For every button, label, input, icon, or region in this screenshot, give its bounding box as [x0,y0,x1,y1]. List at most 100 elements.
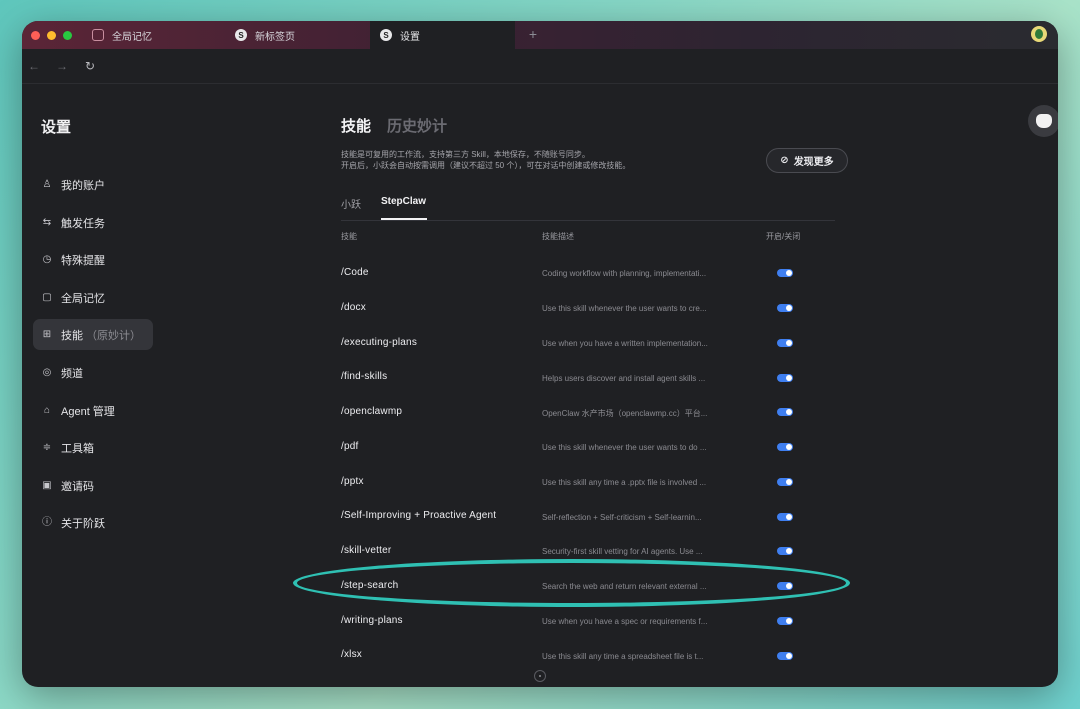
stepfun-logo-icon: S [380,29,392,41]
trigger-task-icon: ⇆ [42,216,52,228]
skill-toggle[interactable] [777,513,793,521]
close-window-button[interactable] [31,31,40,40]
discover-more-label: 发现更多 [793,157,834,168]
sidebar-item-label: 我的账户 [61,179,105,192]
agent-manage-icon: ⌂ [43,404,51,416]
tab-settings[interactable]: S 设置 [370,21,515,49]
column-header-skill: 技能 [341,232,357,241]
skill-toggle[interactable] [777,339,793,347]
skill-description: Use this skill whenever the user wants t… [542,304,707,313]
new-tab-button[interactable]: + [525,26,541,42]
skill-description: Use this skill any time a .pptx file is … [542,478,707,487]
navigation-bar: ← → ↻ [22,49,1058,84]
skill-name: /Code [341,267,369,278]
tab-new-tab[interactable]: S 新标签页 [225,21,370,49]
memory-icon [92,29,104,41]
sidebar-title: 设置 [41,119,72,136]
forward-arrow-icon[interactable]: → [55,59,69,73]
skill-name: /executing-plans [341,337,418,348]
sidebar-item-agent-management[interactable]: ⌂ Agent 管理 [33,395,153,426]
description-line: 开启后，小跃会自动按需调用（建议不超过 50 个），可在对话中创建或修改技能。 [341,161,631,170]
sidebar-item-trigger-tasks[interactable]: ⇆ 触发任务 [33,207,153,238]
skill-toggle[interactable] [777,547,793,555]
skill-toggle[interactable] [777,617,793,625]
skill-description: Use this skill whenever the user wants t… [542,443,707,452]
skill-description: Use when you have a written implementati… [542,339,708,348]
reload-icon[interactable]: ↻ [83,59,97,73]
info-icon: ⓘ [42,516,52,528]
toolbox-icon: ≑ [42,441,52,453]
skill-description: Use this skill any time a spreadsheet fi… [542,652,704,661]
sidebar-item-special-reminders[interactable]: ◷ 特殊提醒 [33,244,153,275]
highlight-annotation-ring [293,559,850,607]
skill-name: /writing-plans [341,615,403,626]
invite-code-icon: ▣ [42,479,52,491]
tab-label: 新标签页 [255,31,295,43]
sidebar-item-label: 关于阶跃 [61,517,105,530]
skill-name: /Self-Improving + Proactive Agent [341,510,497,521]
sidebar-item-label: 全局记忆 [61,292,105,305]
subtab-xiaoyue[interactable]: 小跃 [341,196,361,211]
sidebar-item-about[interactable]: ⓘ 关于阶跃 [33,507,153,538]
channel-icon: ◎ [42,366,52,378]
tab-label: 设置 [400,31,420,43]
user-icon: ♙ [42,178,52,190]
sidebar-item-label: Agent 管理 [61,405,115,418]
sidebar-item-label: 工具箱 [61,442,94,455]
panda-icon [1036,114,1052,128]
skill-description: Coding workflow with planning, implement… [542,269,707,278]
skill-description: Use when you have a spec or requirements… [542,617,708,626]
alarm-clock-icon: ◷ [42,253,52,265]
tab-history-tips[interactable]: 历史妙计 [387,115,447,136]
column-header-toggle: 开启/关闭 [766,232,801,241]
skill-name: /xlsx [341,649,362,660]
skills-grid-icon: ⊞ [42,328,52,340]
skill-toggle[interactable] [777,374,793,382]
minimize-window-button[interactable] [47,31,56,40]
browser-window: 全局记忆 S 新标签页 S 设置 + ← → ↻ 设置 ♙ 我的账户 ⇆ 触发任… [22,21,1058,687]
skill-toggle[interactable] [777,408,793,416]
skill-toggle[interactable] [777,652,793,660]
assistant-avatar[interactable] [1028,105,1058,137]
subtab-divider [341,220,835,221]
skill-name: /skill-vetter [341,545,392,556]
tab-bar: 全局记忆 S 新标签页 S 设置 + [22,21,1058,49]
sidebar-item-global-memory[interactable]: ▢ 全局记忆 [33,282,153,313]
sidebar-item-skills[interactable]: ⊞ 技能 （原妙计） [33,319,153,350]
skill-name: /pdf [341,441,359,452]
maximize-window-button[interactable] [63,31,72,40]
discover-more-button[interactable]: ⊘ 发现更多 [766,148,848,173]
sidebar-item-sublabel: （原妙计） [86,329,141,342]
sidebar-item-invite-code[interactable]: ▣ 邀请码 [33,470,153,501]
skill-name: /docx [341,302,366,313]
skill-toggle[interactable] [777,478,793,486]
back-arrow-icon[interactable]: ← [27,59,41,73]
sidebar-item-label: 邀请码 [61,480,94,493]
profile-avatar[interactable] [1031,26,1047,42]
skills-description: 技能是可复用的工作流，支持第三方 Skill，本地保存，不随账号同步。 开启后，… [341,149,630,171]
skill-toggle[interactable] [777,443,793,451]
skill-description: Security-first skill vetting for AI agen… [542,547,703,556]
memory-icon: ▢ [42,291,52,303]
stepfun-logo-icon: S [235,29,247,41]
skill-toggle[interactable] [777,304,793,312]
tab-skills[interactable]: 技能 [341,115,371,136]
skill-description: Helps users discover and install agent s… [542,374,706,383]
tab-global-memory[interactable]: 全局记忆 [82,21,225,49]
sidebar-item-account[interactable]: ♙ 我的账户 [33,169,153,200]
sidebar-item-toolbox[interactable]: ≑ 工具箱 [33,432,153,463]
sidebar-item-channels[interactable]: ◎ 频道 [33,357,153,388]
sidebar-item-label: 技能 [61,329,83,342]
skill-description: Self-reflection + Self-criticism + Self-… [542,513,702,522]
skill-toggle[interactable] [777,269,793,277]
tab-label: 全局记忆 [112,31,152,43]
window-controls [31,31,72,40]
sidebar-item-label: 特殊提醒 [61,254,105,267]
sidebar-item-label: 触发任务 [61,217,105,230]
subtab-stepclaw[interactable]: StepClaw [381,196,426,207]
description-line: 技能是可复用的工作流，支持第三方 Skill，本地保存，不随账号同步。 [341,150,590,159]
scroll-down-indicator[interactable] [534,670,546,682]
sidebar-item-label: 频道 [61,367,83,380]
planet-icon: ⊘ [780,155,789,166]
skill-name: /find-skills [341,371,388,382]
